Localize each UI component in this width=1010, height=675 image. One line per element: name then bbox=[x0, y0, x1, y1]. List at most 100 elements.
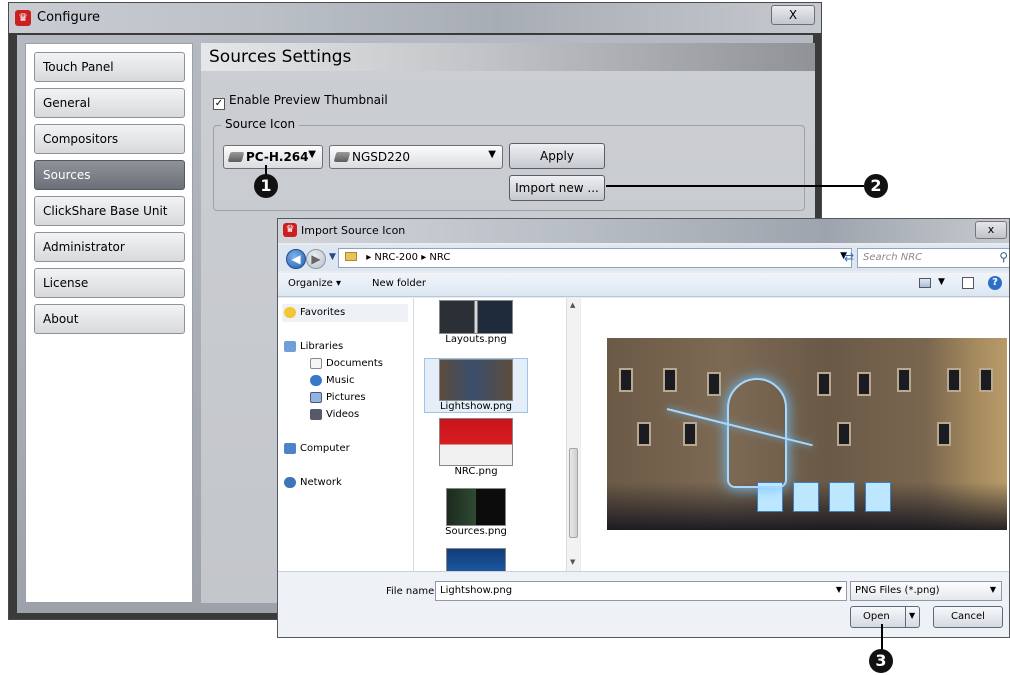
nav-libraries[interactable]: Libraries bbox=[284, 341, 343, 352]
list-item[interactable]: Lightshow.png bbox=[424, 358, 528, 413]
network-icon bbox=[284, 477, 296, 488]
search-icon[interactable]: ⚲ bbox=[999, 250, 1008, 264]
file-thumbnail bbox=[439, 359, 513, 401]
nav-music[interactable]: Music bbox=[310, 375, 354, 386]
lit-window bbox=[793, 482, 819, 512]
configure-titlebar[interactable]: ♛ Configure X bbox=[9, 3, 821, 33]
building-window bbox=[837, 422, 851, 446]
chevron-down-icon: ▼ bbox=[308, 149, 316, 160]
building-window bbox=[663, 368, 677, 392]
sidebar-item-clickshare-base-unit[interactable]: ClickShare Base Unit bbox=[34, 196, 185, 226]
breadcrumb-nrc[interactable]: NRC bbox=[429, 252, 450, 263]
building-window bbox=[707, 372, 721, 396]
computer-icon bbox=[284, 443, 296, 454]
file-name-input[interactable]: Lightshow.png ▼ bbox=[435, 581, 847, 601]
file-type-select[interactable]: PNG Files (*.png) ▼ bbox=[850, 581, 1002, 601]
cancel-button[interactable]: Cancel bbox=[933, 606, 1003, 628]
nav-network-label: Network bbox=[300, 477, 342, 488]
sidebar-item-administrator[interactable]: Administrator bbox=[34, 232, 185, 262]
file-thumbnail bbox=[446, 488, 506, 526]
scrollbar-thumb[interactable] bbox=[569, 448, 578, 538]
breadcrumb-nrc-200[interactable]: NRC-200 bbox=[374, 252, 418, 263]
nav-computer[interactable]: Computer bbox=[284, 443, 350, 454]
preview-pane-icon[interactable] bbox=[962, 277, 974, 289]
building-window bbox=[937, 422, 951, 446]
source-icon-legend: Source Icon bbox=[221, 117, 300, 131]
preview-pane bbox=[581, 298, 1009, 571]
nav-videos[interactable]: Videos bbox=[310, 409, 360, 420]
forward-button[interactable]: ▶ bbox=[306, 249, 326, 269]
help-icon[interactable]: ? bbox=[988, 276, 1002, 290]
light-figure bbox=[727, 378, 787, 488]
building-window bbox=[897, 368, 911, 392]
organize-menu-button[interactable]: Organize ▾ bbox=[288, 278, 341, 289]
folder-icon bbox=[345, 252, 357, 261]
icon-select[interactable]: NGSD220 ▼ bbox=[329, 145, 503, 169]
file-name-value: Lightshow.png bbox=[440, 585, 513, 596]
nav-network[interactable]: Network bbox=[284, 477, 342, 488]
scroll-down-icon[interactable]: ▼ bbox=[570, 558, 575, 566]
file-name: NRC.png bbox=[454, 466, 498, 477]
preview-thumbnail-checkbox[interactable]: ✓ bbox=[213, 98, 225, 110]
breadcrumb-separator-icon: ▸ bbox=[366, 252, 372, 263]
sidebar-item-sources[interactable]: Sources bbox=[34, 160, 185, 190]
history-dropdown-icon[interactable]: ▼ bbox=[329, 252, 336, 262]
videos-icon bbox=[310, 409, 322, 420]
view-options-dropdown-icon[interactable]: ▼ bbox=[938, 277, 945, 287]
nav-documents[interactable]: Documents bbox=[310, 358, 384, 369]
open-button-label: Open bbox=[863, 611, 890, 622]
nav-videos-label: Videos bbox=[326, 409, 360, 420]
chevron-down-icon[interactable]: ▼ bbox=[836, 585, 842, 594]
file-name-label: File name: bbox=[386, 586, 438, 597]
sidebar-item-license[interactable]: License bbox=[34, 268, 185, 298]
sidebar-item-about[interactable]: About bbox=[34, 304, 185, 334]
list-item[interactable]: NRC.png bbox=[424, 418, 528, 477]
building-window bbox=[857, 372, 871, 396]
new-folder-button[interactable]: New folder bbox=[372, 278, 426, 289]
window-title: Configure bbox=[37, 10, 101, 25]
sidebar-item-touch-panel[interactable]: Touch Panel bbox=[34, 52, 185, 82]
open-button[interactable]: Open ▼ bbox=[850, 606, 920, 628]
page-title: Sources Settings bbox=[201, 43, 815, 71]
close-button[interactable]: X bbox=[771, 5, 815, 25]
address-bar[interactable]: ▸ NRC-200 ▸ NRC ▼ bbox=[338, 248, 852, 268]
dialog-close-button[interactable]: x bbox=[975, 221, 1007, 239]
dialog-titlebar[interactable]: ♛ Import Source Icon x bbox=[278, 219, 1009, 243]
file-list-scrollbar[interactable]: ▲ ▼ bbox=[566, 298, 580, 571]
nav-pictures[interactable]: Pictures bbox=[310, 392, 366, 403]
import-source-icon-dialog: ♛ Import Source Icon x ◀ ▶ ▼ ▸ NRC-200 ▸… bbox=[277, 218, 1010, 638]
sidebar-item-general[interactable]: General bbox=[34, 88, 185, 118]
list-item[interactable]: Layouts.png bbox=[424, 300, 528, 345]
nav-favorites[interactable]: Favorites bbox=[284, 307, 345, 318]
breadcrumb-separator-icon: ▸ bbox=[421, 252, 427, 263]
import-new-button[interactable]: Import new ... bbox=[509, 175, 605, 201]
nav-documents-label: Documents bbox=[326, 358, 384, 369]
preview-thumbnail-label: Enable Preview Thumbnail bbox=[229, 93, 388, 107]
list-item[interactable]: Sources.png bbox=[424, 488, 528, 537]
source-select[interactable]: PC-H.264 ▼ bbox=[223, 145, 323, 169]
callout-2-line bbox=[606, 185, 864, 187]
search-input[interactable]: Search NRC ⚲ bbox=[857, 248, 1009, 268]
preview-thumbnail-option[interactable]: ✓ Enable Preview Thumbnail bbox=[213, 93, 388, 110]
dialog-title: Import Source Icon bbox=[301, 224, 406, 237]
apply-button[interactable]: Apply bbox=[509, 143, 605, 169]
open-options-dropdown-icon[interactable]: ▼ bbox=[909, 611, 915, 620]
callout-1-marker: 1 bbox=[254, 174, 278, 198]
app-logo-icon: ♛ bbox=[15, 10, 31, 26]
building-window bbox=[979, 368, 993, 392]
refresh-icon[interactable]: ⇄ bbox=[844, 250, 854, 264]
file-thumbnail bbox=[439, 418, 513, 466]
list-item[interactable] bbox=[424, 548, 528, 571]
app-logo-icon: ♛ bbox=[283, 223, 297, 237]
scroll-up-icon[interactable]: ▲ bbox=[570, 301, 575, 309]
callout-3-marker: 3 bbox=[869, 649, 893, 673]
back-button[interactable]: ◀ bbox=[286, 249, 306, 269]
sidebar-item-compositors[interactable]: Compositors bbox=[34, 124, 185, 154]
callout-3-line bbox=[881, 624, 883, 650]
change-view-icon[interactable] bbox=[919, 278, 931, 288]
documents-icon bbox=[310, 358, 322, 369]
source-select-value: PC-H.264 bbox=[246, 150, 309, 164]
building-window bbox=[637, 422, 651, 446]
command-toolbar: Organize ▾ New folder ▼ ? bbox=[278, 273, 1009, 297]
file-name: Sources.png bbox=[445, 526, 507, 537]
